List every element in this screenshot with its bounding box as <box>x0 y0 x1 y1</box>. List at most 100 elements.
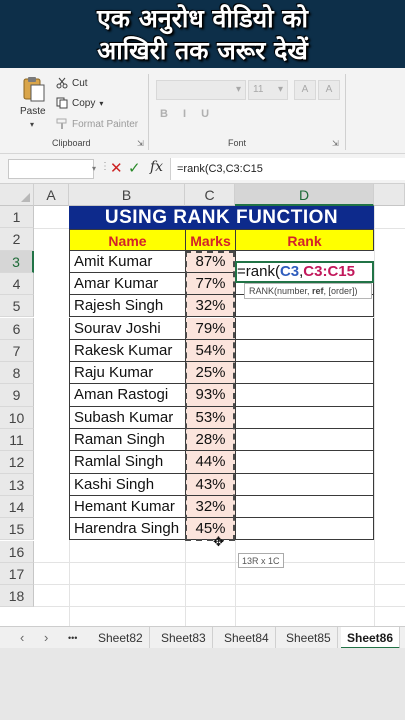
rank-cell[interactable] <box>235 406 374 429</box>
row-header[interactable]: 16 <box>0 540 34 563</box>
name-cell[interactable]: Amar Kumar <box>69 272 186 296</box>
tab-sheet84[interactable]: Sheet84 <box>218 627 276 649</box>
scroll-right-icon[interactable]: › <box>44 630 48 645</box>
header-rank[interactable]: Rank <box>235 229 374 251</box>
name-cell[interactable]: Raman Singh <box>69 429 186 452</box>
marks-cell[interactable]: 45% <box>185 518 236 541</box>
column-header-b[interactable]: B <box>69 184 185 206</box>
tooltip-ref: ref <box>312 286 324 296</box>
marks-cell[interactable]: 79% <box>185 317 236 340</box>
font-size-select[interactable]: 11 ▾ <box>248 80 288 100</box>
copy-dropdown-icon[interactable]: ▾ <box>99 99 103 108</box>
tab-sheet85[interactable]: Sheet85 <box>280 627 338 649</box>
header-name[interactable]: Name <box>69 229 186 251</box>
format-painter-button[interactable]: Format Painter <box>56 118 138 130</box>
formula-bar-grip-icon[interactable]: ⋮ <box>100 161 110 172</box>
row-header[interactable]: 1 <box>0 206 34 229</box>
gridline <box>34 606 405 608</box>
marks-cell[interactable]: 25% <box>185 362 236 385</box>
function-tooltip[interactable]: RANK(number, ref, [order]) <box>244 283 372 299</box>
row-header[interactable]: 4 <box>0 272 34 296</box>
row-header[interactable]: 12 <box>0 451 34 474</box>
marks-cell[interactable]: 28% <box>185 429 236 452</box>
sheet-title[interactable]: USING RANK FUNCTION <box>69 206 374 229</box>
paste-icon[interactable] <box>22 76 46 102</box>
name-cell[interactable]: Rajesh Singh <box>69 295 186 318</box>
column-header-c[interactable]: C <box>185 184 235 206</box>
cancel-icon[interactable]: ✕ <box>110 159 123 177</box>
rank-cell[interactable] <box>235 384 374 407</box>
name-cell[interactable]: Aman Rastogi <box>69 384 186 407</box>
header-marks[interactable]: Marks <box>185 229 236 251</box>
marks-cell[interactable]: 53% <box>185 406 236 429</box>
marks-cell[interactable]: 54% <box>185 339 236 363</box>
row-header[interactable]: 2 <box>0 228 34 251</box>
paste-button[interactable]: Paste <box>20 106 46 117</box>
row-header[interactable]: 9 <box>0 384 34 407</box>
increase-font-icon[interactable]: A <box>294 80 316 100</box>
row-header[interactable]: 11 <box>0 429 34 452</box>
rank-cell[interactable] <box>235 451 374 474</box>
rank-cell[interactable] <box>235 339 374 363</box>
bottom-area <box>0 648 405 720</box>
marks-cell[interactable]: 43% <box>185 473 236 496</box>
rank-cell[interactable] <box>235 495 374 519</box>
promo-banner: एक अनुरोध वीडियो को आखिरी तक जरूर देखें <box>0 0 405 68</box>
name-cell[interactable]: Ramlal Singh <box>69 451 186 474</box>
rank-cell[interactable] <box>235 473 374 496</box>
cut-button[interactable]: Cut <box>56 77 88 89</box>
decrease-font-icon[interactable]: A <box>318 80 340 100</box>
marks-cell[interactable]: 77% <box>185 272 236 296</box>
column-header-e[interactable] <box>374 184 405 206</box>
rank-cell[interactable] <box>235 518 374 541</box>
paste-dropdown-icon[interactable]: ▾ <box>30 120 34 129</box>
marks-cell[interactable]: 87% <box>185 250 236 273</box>
name-cell[interactable]: Sourav Joshi <box>69 317 186 340</box>
column-header-a[interactable]: A <box>34 184 69 206</box>
worksheet-grid[interactable]: A B C D 1 2 3 4 5 6 7 8 9 10 11 12 13 14… <box>0 184 405 626</box>
clipboard-launcher-icon[interactable]: ⇲ <box>137 139 144 148</box>
name-cell[interactable]: Raju Kumar <box>69 362 186 385</box>
row-header-active[interactable]: 3 <box>0 250 34 273</box>
name-cell[interactable]: Harendra Singh <box>69 518 186 541</box>
row-header[interactable]: 10 <box>0 406 34 429</box>
row-header[interactable]: 6 <box>0 317 34 340</box>
formula-input[interactable]: =rank(C3,C3:C15 <box>170 158 405 180</box>
marks-cell[interactable]: 32% <box>185 295 236 318</box>
font-name-select[interactable]: ▾ <box>156 80 246 100</box>
tab-sheet82[interactable]: Sheet82 <box>92 627 150 649</box>
row-header[interactable]: 8 <box>0 362 34 385</box>
tab-sheet86[interactable]: Sheet86 <box>341 627 401 649</box>
rank-cell[interactable] <box>235 317 374 340</box>
marks-cell[interactable]: 44% <box>185 451 236 474</box>
scroll-left-icon[interactable]: ‹ <box>20 630 24 645</box>
insert-function-button[interactable]: fx <box>150 159 163 175</box>
name-cell[interactable]: Hemant Kumar <box>69 495 186 519</box>
chevron-down-icon[interactable]: ▾ <box>92 164 96 173</box>
marks-cell[interactable]: 93% <box>185 384 236 407</box>
checkmark-icon[interactable]: ✓ <box>128 159 141 177</box>
row-header[interactable]: 18 <box>0 585 34 608</box>
row-header[interactable]: 7 <box>0 339 34 363</box>
font-launcher-icon[interactable]: ⇲ <box>332 139 339 148</box>
active-cell-d3[interactable]: =rank(C3,C3:C15 <box>235 261 374 283</box>
name-box[interactable]: ▾ <box>8 159 96 179</box>
select-all-button[interactable] <box>0 184 34 206</box>
font-style-buttons[interactable]: B I U <box>160 108 215 128</box>
row-header[interactable]: 13 <box>0 473 34 496</box>
column-header-d[interactable]: D <box>235 184 374 206</box>
rank-cell[interactable] <box>235 429 374 452</box>
tab-sheet83[interactable]: Sheet83 <box>155 627 213 649</box>
name-cell[interactable]: Rakesk Kumar <box>69 339 186 363</box>
row-header[interactable]: 17 <box>0 562 34 586</box>
row-header[interactable]: 14 <box>0 495 34 519</box>
row-header[interactable]: 5 <box>0 295 34 318</box>
row-header[interactable]: 15 <box>0 518 34 541</box>
rank-cell[interactable] <box>235 362 374 385</box>
marks-cell[interactable]: 32% <box>185 495 236 519</box>
name-cell[interactable]: Amit Kumar <box>69 250 186 273</box>
more-sheets-button[interactable]: ••• <box>62 627 83 649</box>
copy-button[interactable]: Copy ▾ <box>56 97 103 109</box>
name-cell[interactable]: Kashi Singh <box>69 473 186 496</box>
name-cell[interactable]: Subash Kumar <box>69 406 186 429</box>
